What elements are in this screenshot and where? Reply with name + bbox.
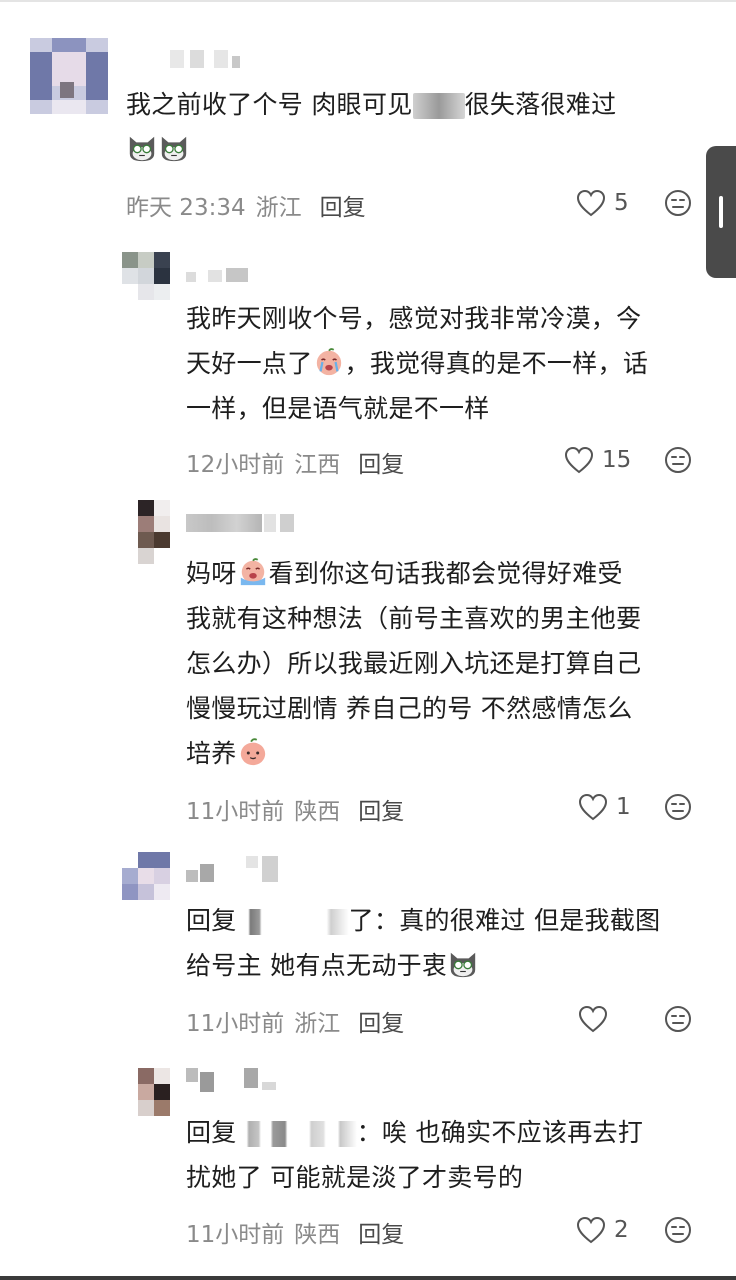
comment-text: 我之前收了个号 肉眼可见 很失落很难过: [126, 82, 616, 172]
comment-text: 我昨天刚收个号，感觉对我非常冷漠，今 天好一点了 ，我觉得真的是不一样，话 一样，…: [186, 304, 649, 423]
comment-text: 回复 了：真的很难过 但是我截图 给号主 她有点无动于衷: [186, 906, 661, 980]
comment-text: 回复 ：唉 也确实不应该再去打 扰她了 可能就是淡了才卖号的: [186, 1118, 644, 1192]
avatar[interactable]: [138, 1068, 170, 1116]
comment-meta: 11小时前 陕西 回复: [186, 792, 404, 826]
neutral-face-icon[interactable]: [664, 1005, 692, 1033]
avatar[interactable]: [122, 252, 170, 300]
comment-meta: 11小时前 陕西 回复: [186, 1215, 404, 1249]
crying-face-emoji: [240, 558, 265, 586]
comment-time: 昨天 23:34: [126, 195, 246, 221]
neutral-face-icon[interactable]: [664, 793, 692, 821]
heart-outline-icon: [564, 446, 594, 474]
like-button[interactable]: [578, 1005, 616, 1033]
comment-location: 浙江: [255, 195, 302, 221]
avatar[interactable]: [138, 500, 170, 564]
reply-button[interactable]: 回复: [358, 799, 404, 825]
like-count: 15: [602, 447, 632, 473]
reply-button[interactable]: 回复: [358, 1011, 404, 1037]
avatar[interactable]: [122, 852, 170, 900]
heart-outline-icon: [576, 1216, 606, 1244]
peach-face-emoji: [240, 738, 265, 766]
like-button[interactable]: 5: [576, 189, 629, 217]
comment-time: 11小时前: [186, 799, 285, 825]
heart-outline-icon: [578, 793, 608, 821]
scroll-handle[interactable]: [706, 146, 736, 278]
comment-item: 我之前收了个号 肉眼可见 很失落很难过 昨天 23:34 浙江 回复 5: [0, 0, 736, 240]
scroll-grip: [719, 196, 723, 228]
username-blurred[interactable]: [186, 266, 266, 284]
like-button[interactable]: 15: [564, 446, 631, 474]
reply-button[interactable]: 回复: [358, 452, 404, 478]
comment-meta: 昨天 23:34 浙江 回复: [126, 188, 366, 222]
bottom-edge: [0, 1276, 736, 1280]
like-button[interactable]: 2: [576, 1216, 629, 1244]
comment-location: 陕西: [294, 799, 341, 825]
comment-time: 11小时前: [186, 1011, 285, 1037]
username-blurred[interactable]: [186, 1068, 296, 1092]
like-button[interactable]: 1: [578, 793, 631, 821]
comment-time: 11小时前: [186, 1222, 285, 1248]
username-blurred[interactable]: [186, 514, 296, 532]
comment-location: 陕西: [294, 1222, 341, 1248]
neutral-face-icon[interactable]: [664, 189, 692, 217]
gray-cat-emoji: [451, 952, 476, 978]
crying-face-emoji: [316, 348, 341, 376]
avatar[interactable]: [30, 38, 108, 114]
comment-text: 妈呀 看到你这句话我都会觉得好难受 我就有这种想法（前号主喜欢的男主他要 怎么办）…: [186, 558, 642, 768]
like-count: 2: [614, 1217, 629, 1243]
neutral-face-icon[interactable]: [664, 446, 692, 474]
comment-meta: 12小时前 江西 回复: [186, 445, 404, 479]
like-count: 5: [614, 190, 629, 216]
heart-outline-icon: [578, 1005, 608, 1033]
reply-button[interactable]: 回复: [320, 195, 366, 221]
comment-location: 江西: [294, 452, 341, 478]
comment-meta: 11小时前 浙江 回复: [186, 1004, 404, 1038]
gray-cat-emoji: [129, 136, 155, 162]
reply-button[interactable]: 回复: [358, 1222, 404, 1248]
username-blurred[interactable]: [186, 856, 296, 882]
like-count: 1: [616, 794, 631, 820]
neutral-face-icon[interactable]: [664, 1216, 692, 1244]
comment-location: 浙江: [294, 1011, 341, 1037]
gray-cat-emoji: [161, 136, 187, 162]
heart-outline-icon: [576, 189, 606, 217]
comment-time: 12小时前: [186, 452, 285, 478]
username-blurred[interactable]: [170, 50, 250, 68]
